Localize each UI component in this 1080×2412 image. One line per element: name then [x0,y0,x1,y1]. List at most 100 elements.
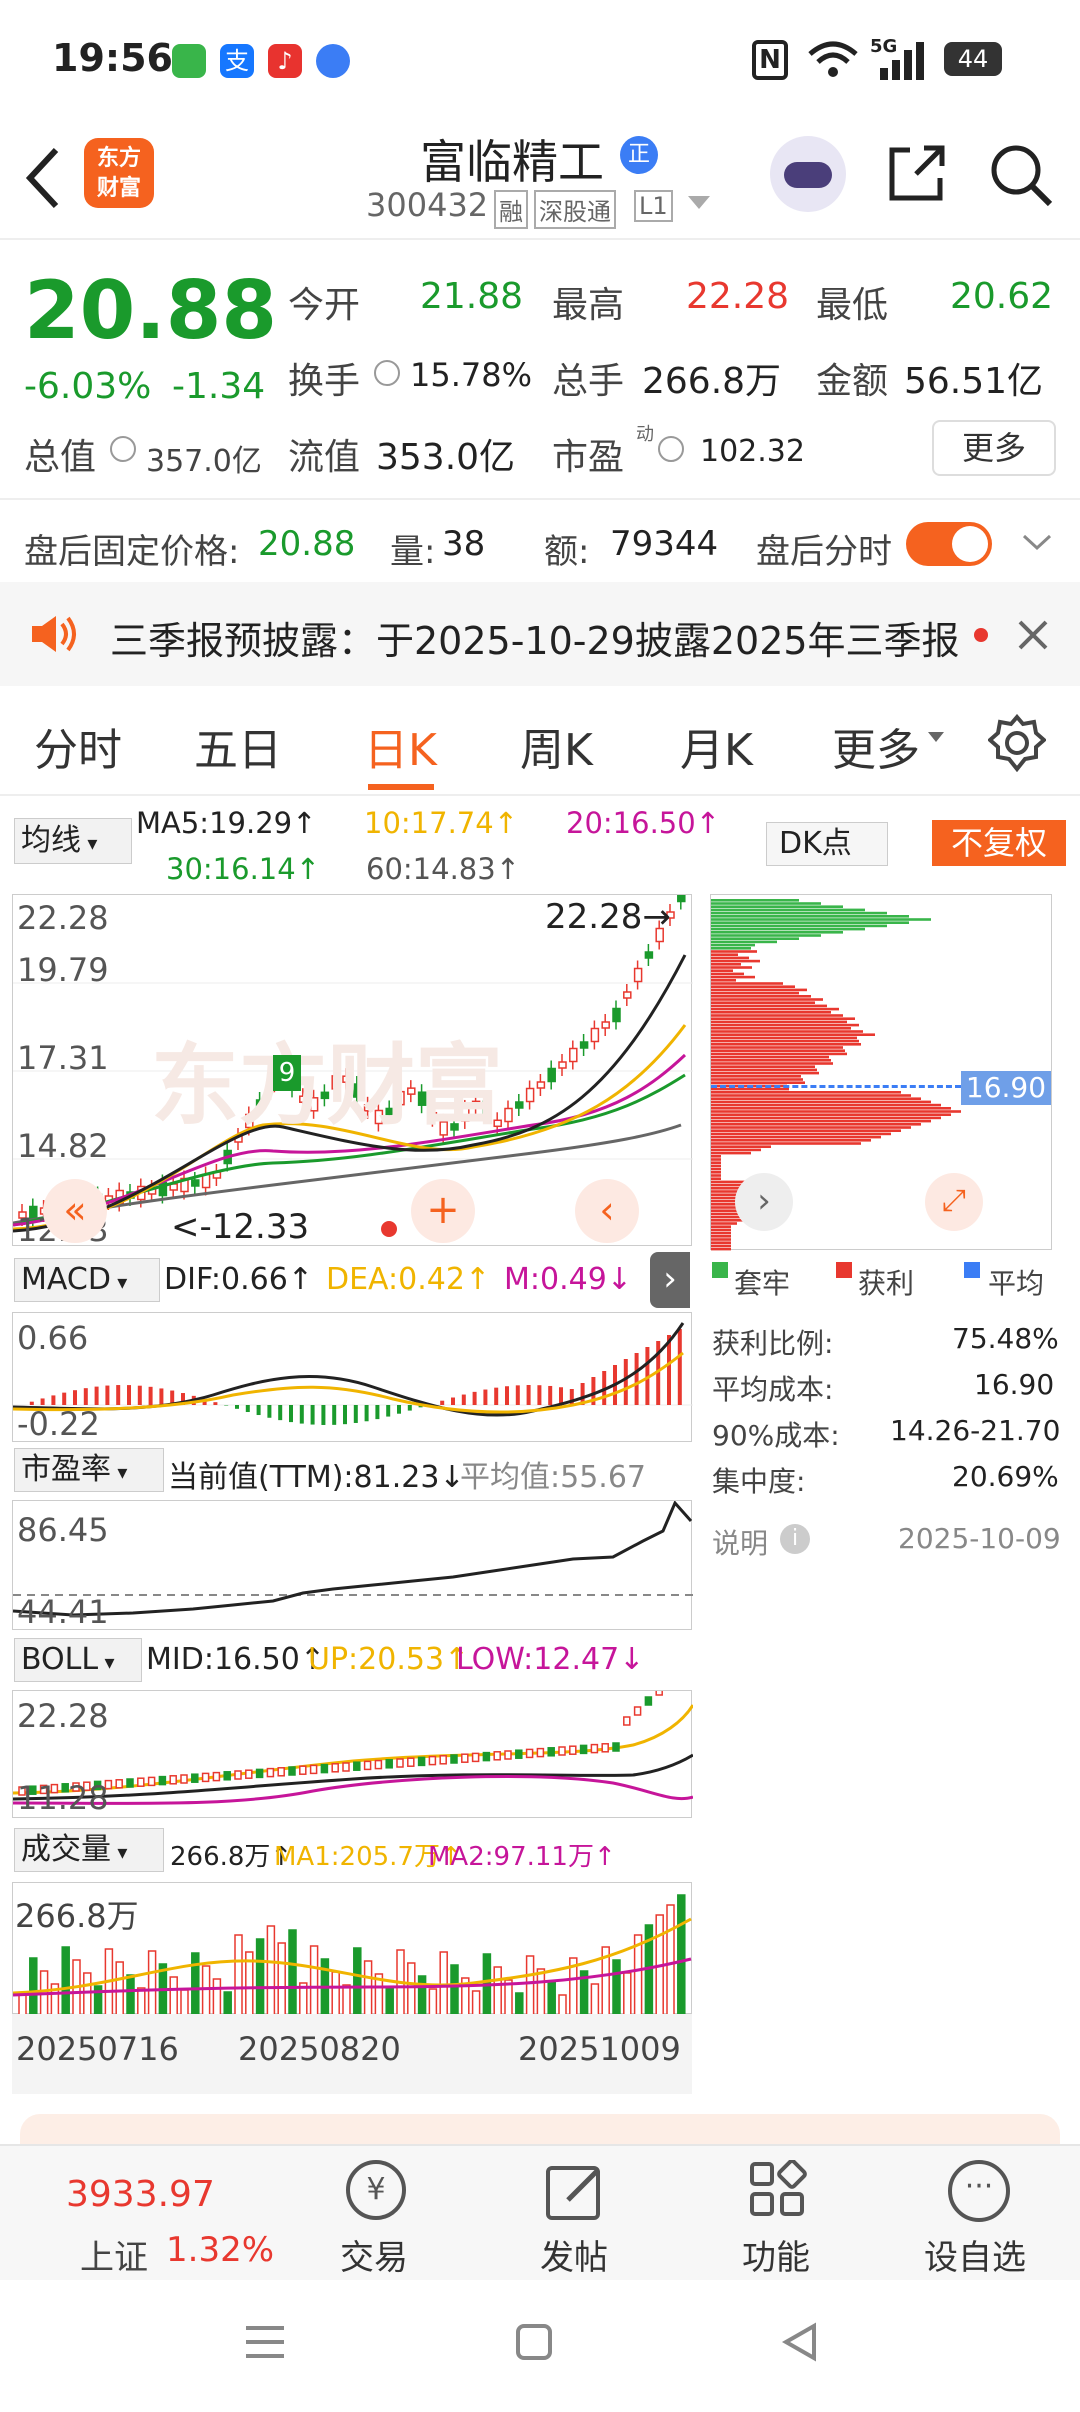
home-icon[interactable] [514,2322,554,2362]
expand-chip-icon[interactable]: › [735,1173,793,1231]
gear-icon[interactable] [988,714,1046,772]
indicator-selector-boll[interactable]: BOLL ▾ [14,1638,142,1682]
candle [677,895,686,903]
info-icon[interactable]: i [780,1524,810,1554]
tab-daily-k[interactable]: 日K [364,714,437,778]
chip-bar [711,1052,847,1056]
macd-bar [148,1386,153,1405]
more-button[interactable]: 更多 [932,420,1056,476]
chip-bar [711,1094,911,1097]
low-value: 20.62 [950,276,1054,317]
chip-bar [711,959,760,963]
candle [191,1179,200,1187]
post-icon[interactable] [544,2160,606,2222]
more-options-icon[interactable]: ··· [948,2160,1010,2222]
chip-note-label[interactable]: 说明 [712,1522,768,1562]
volume-bar [428,1988,438,2015]
tab-intraday[interactable]: 分时 [34,714,122,778]
search-icon[interactable] [988,142,1054,208]
pe-label: 市盈 [552,437,625,478]
back-icon[interactable] [22,146,62,210]
back-nav-icon[interactable] [780,2322,820,2362]
nav-post[interactable]: 发帖 [540,2230,608,2279]
macd-bar [224,1405,229,1406]
boll-candle [471,1752,480,1763]
mktcap-value: 357.0亿 [146,444,262,479]
chip-distribution-panel[interactable]: 16.90 › ⤢ [710,894,1052,1251]
expand-right-icon[interactable]: › [650,1252,690,1308]
kline-panel[interactable]: 东方财富 22.28 19.79 17.31 14.82 12.33 22.28… [12,894,693,1249]
macd-bar [51,1395,56,1405]
boll-candle [450,1754,458,1764]
boll-candle [504,1750,512,1760]
candle [612,1007,621,1023]
fullscreen-icon[interactable]: ⤢ [925,1173,983,1231]
tab-five-day[interactable]: 五日 [194,714,282,778]
chip-row-value: 14.26-21.70 [890,1414,1061,1447]
adjust-type-button[interactable]: 不复权 [932,820,1066,866]
candle [504,1107,513,1123]
watermark: 东方财富 [151,1034,504,1137]
tab-more[interactable]: 更多 [832,714,920,778]
event-dot[interactable] [381,1221,397,1237]
chip-bar [711,1065,815,1068]
prev-icon[interactable]: ‹ [575,1179,639,1243]
chip-bar [711,1017,855,1020]
close-icon[interactable] [1016,618,1050,652]
volume-bar [515,1992,524,2015]
volume-bar [612,1959,621,2015]
macd-bar [256,1405,261,1416]
volume-bar [547,1981,556,2015]
notice-bar[interactable]: 三季报预披露：于2025-10-29披露2025年三季报 [0,582,1080,686]
indicator-selector-macd[interactable]: MACD ▾ [14,1258,160,1302]
after-hours-toggle[interactable] [906,522,992,566]
index-change[interactable]: 1.32% [166,2230,274,2270]
chip-bar [711,979,736,982]
index-value[interactable]: 3933.97 [66,2174,215,2215]
chip-bar [711,918,931,921]
trade-icon[interactable]: ¥ [346,2160,406,2220]
legend-avg: 平均 [988,1267,1045,1300]
boll-candle [590,1743,599,1754]
scroll-left-icon[interactable]: « [43,1179,107,1243]
system-nav-bar [0,2282,1080,2412]
indicator-selector-pe[interactable]: 市盈率 ▾ [14,1448,164,1492]
nav-add-watchlist[interactable]: 设自选 [924,2230,1026,2279]
chip-bar [711,1132,891,1136]
indicator-selector-volume[interactable]: 成交量 ▾ [14,1828,164,1872]
macd-bar [483,1389,488,1405]
tab-weekly-k[interactable]: 周K [520,714,593,778]
dk-point-toggle[interactable]: DK点 [766,822,888,866]
info-icon[interactable] [374,360,400,386]
functions-icon[interactable] [748,2160,808,2220]
boll-candle [558,1746,566,1756]
boll-panel[interactable]: 22.28 11.28 [12,1690,693,1818]
index-name[interactable]: 上证 [80,2230,148,2279]
volume-panel[interactable]: 266.8万 [12,1882,692,2015]
chevron-down-icon[interactable] [688,196,710,209]
pe-panel[interactable]: 86.45 44.41 [12,1500,693,1631]
boll-candle [525,1748,534,1759]
tab-monthly-k[interactable]: 月K [680,714,753,778]
info-icon[interactable] [110,436,136,462]
boll-candle [461,1753,469,1763]
share-icon[interactable] [886,142,948,204]
assistant-avatar[interactable] [770,136,846,212]
volume-bar [147,1950,157,2015]
indicator-selector-ma[interactable]: 均线 ▾ [14,818,132,864]
nav-trade[interactable]: 交易 [340,2230,408,2279]
td-signal-9: 9 [273,1055,301,1091]
macd-panel[interactable]: 0.66 -0.22 [12,1312,693,1443]
promo-banner-peek[interactable] [20,2114,1060,2144]
crosshair-icon[interactable]: + [411,1179,475,1243]
chevron-down-icon[interactable] [1020,530,1054,554]
avg-cost-line [711,1085,961,1088]
boll-candle [407,1757,415,1767]
menu-icon[interactable] [242,2322,288,2362]
info-icon[interactable] [658,436,684,462]
chip-bar [711,1228,731,1232]
boll-candle [569,1745,577,1755]
nav-functions[interactable]: 功能 [742,2230,810,2279]
pe-current: 当前值(TTM):81.23↓ [168,1460,465,1495]
bottom-nav: 3933.97 上证 1.32% ¥ 交易 发帖 功能 ··· 设自选 [0,2144,1080,2280]
